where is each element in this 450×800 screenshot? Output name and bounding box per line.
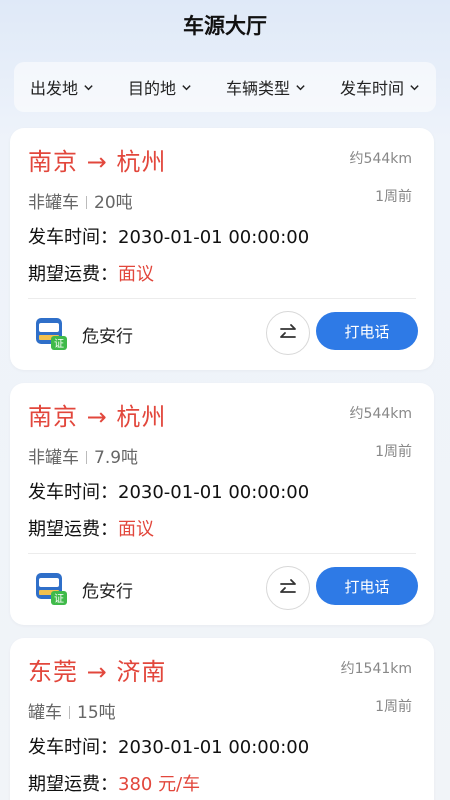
depart-time: 发车时间：2030-01-01 00:00:00 [28,733,309,759]
filter-bar: 出发地 目的地 车辆类型 发车时间 [14,62,436,112]
listing-card[interactable]: 南京 → 杭州 约544km 非罐车 20吨 1周前 发车时间：2030-01-0… [10,128,434,370]
route-arrow: → [86,658,108,686]
divider [86,451,87,464]
route: 东莞 → 济南 [28,652,166,687]
vehicle-spec: 罐车 15吨 [28,698,116,723]
swap-button[interactable] [266,311,310,355]
tonnage: 20吨 [94,193,133,213]
screen: 车源大厅 出发地 目的地 车辆类型 发车时间 南京 → 杭州 约544km 非罐… [0,0,450,800]
depart-time: 发车时间：2030-01-01 00:00:00 [28,223,309,249]
origin: 南京 [28,148,78,176]
posted-time: 1周前 [375,699,412,715]
call-button[interactable]: 打电话 [316,567,418,605]
chevron-down-icon [84,84,93,90]
depart-value: 2030-01-01 00:00:00 [118,737,310,758]
filter-label: 出发地 [30,79,79,98]
divider [28,553,416,554]
call-button[interactable]: 打电话 [316,312,418,350]
company-info: 证 危安行 [36,573,133,605]
page-title: 车源大厅 [183,14,267,38]
depart-value: 2030-01-01 00:00:00 [118,227,310,248]
tonnage: 7.9吨 [94,448,139,468]
fee-label: 期望运费： [28,519,118,540]
vehicle-spec: 非罐车 20吨 [28,188,133,213]
distance: 约1541km [340,661,412,677]
filter-depart-time[interactable]: 发车时间 [340,75,420,99]
depart-label: 发车时间： [28,737,118,758]
distance: 约544km [349,151,412,167]
filter-label: 车辆类型 [225,79,290,98]
posted-time: 1周前 [375,444,412,460]
posted-time: 1周前 [375,189,412,205]
company-info: 证 危安行 [36,318,133,350]
route: 南京 → 杭州 [28,142,166,177]
fee-value: 面议 [118,264,154,285]
filter-origin[interactable]: 出发地 [30,75,94,99]
company-logo: 证 [36,573,67,605]
vehicle-type: 非罐车 [28,193,79,213]
fee-value: 380 元/车 [118,774,201,795]
logo-badge: 证 [54,338,64,350]
swap-button[interactable] [266,566,310,610]
expected-fee: 期望运费：面议 [28,260,154,286]
route-arrow: → [86,148,108,176]
filter-label: 发车时间 [339,79,404,98]
chevron-down-icon [182,84,191,90]
destination: 杭州 [116,403,167,431]
logo-badge: 证 [54,593,64,605]
route: 南京 → 杭州 [28,397,166,432]
divider [28,298,416,299]
destination: 济南 [116,658,167,686]
fee-value: 面议 [118,519,154,540]
vehicle-type: 罐车 [28,703,62,723]
fee-label: 期望运费： [28,264,118,285]
depart-value: 2030-01-01 00:00:00 [118,482,310,503]
fee-label: 期望运费： [28,774,118,795]
chevron-down-icon [410,84,419,90]
company-name: 危安行 [82,326,133,347]
destination: 杭州 [116,148,167,176]
origin: 东莞 [28,658,78,686]
divider [86,196,87,209]
swap-icon [280,324,296,338]
vehicle-spec: 非罐车 7.9吨 [28,443,138,468]
chevron-down-icon [296,84,305,90]
divider [69,706,70,719]
listing-card[interactable]: 南京 → 杭州 约544km 非罐车 7.9吨 1周前 发车时间：2030-01-… [10,383,434,625]
filter-vehicle-type[interactable]: 车辆类型 [226,75,306,99]
expected-fee: 期望运费：面议 [28,515,154,541]
depart-label: 发车时间： [28,227,118,248]
expected-fee: 期望运费：380 元/车 [28,770,200,796]
distance: 约544km [349,406,412,422]
tonnage: 15吨 [77,703,116,723]
filter-label: 目的地 [127,79,176,98]
filter-destination[interactable]: 目的地 [128,75,192,99]
swap-icon [280,579,296,593]
depart-time: 发车时间：2030-01-01 00:00:00 [28,478,309,504]
listing-card[interactable]: 东莞 → 济南 约1541km 罐车 15吨 1周前 发车时间：2030-01-0… [10,638,434,800]
vehicle-type: 非罐车 [28,448,79,468]
depart-label: 发车时间： [28,482,118,503]
route-arrow: → [86,403,108,431]
company-logo: 证 [36,318,67,350]
origin: 南京 [28,403,78,431]
company-name: 危安行 [82,581,133,602]
